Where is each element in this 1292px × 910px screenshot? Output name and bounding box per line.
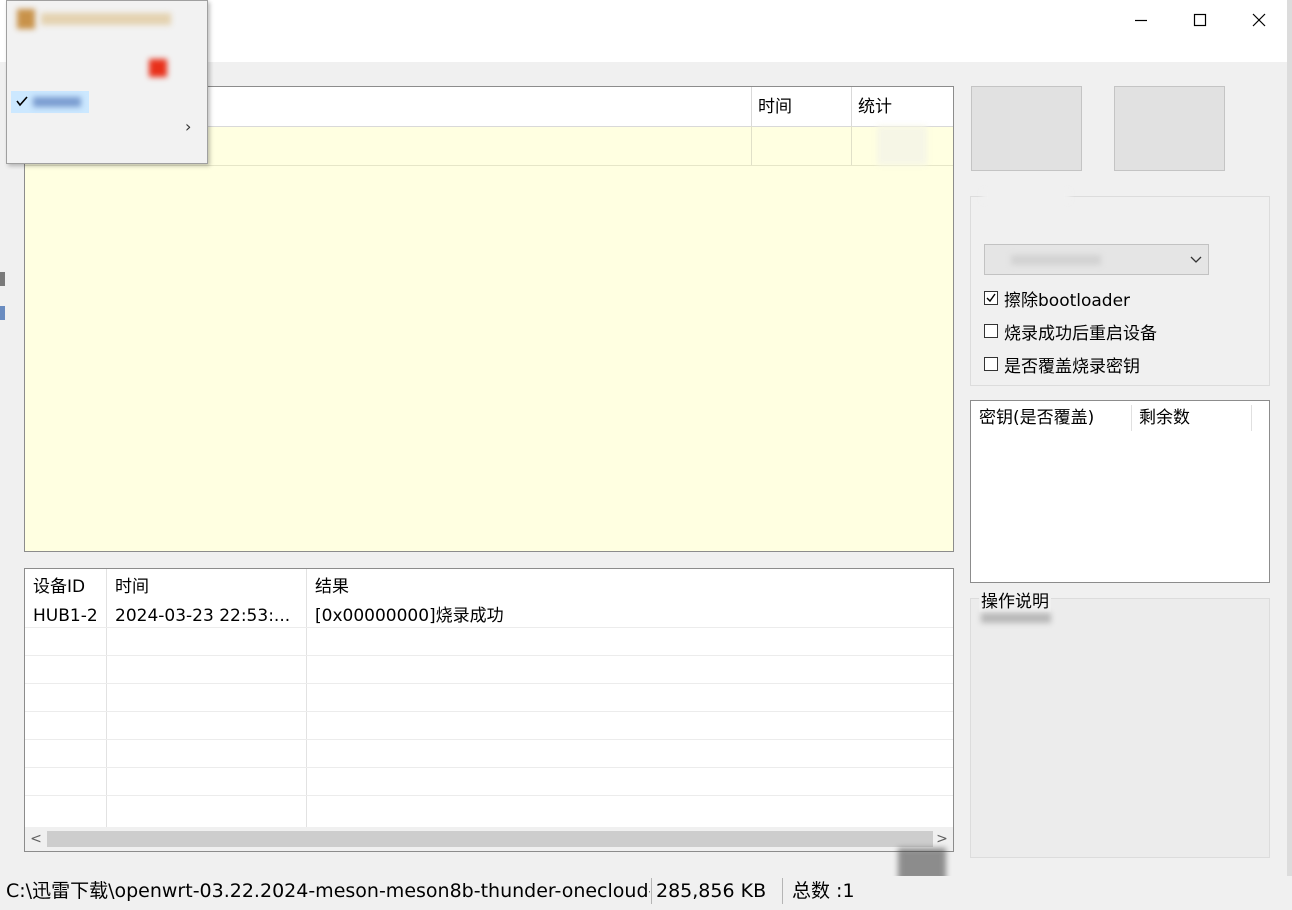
chevron-down-icon xyxy=(1190,256,1202,263)
check-icon xyxy=(16,96,28,107)
background-window-edge xyxy=(0,268,6,328)
minimize-button[interactable] xyxy=(1112,0,1170,40)
menu-item-checked[interactable] xyxy=(11,91,89,113)
horizontal-scrollbar[interactable]: < > xyxy=(25,827,953,851)
column-header-time[interactable]: 时间 xyxy=(107,571,307,603)
reboot-after-checkbox[interactable]: 烧录成功后重启设备 xyxy=(984,319,1157,344)
column-header-remaining[interactable]: 剩余数 xyxy=(1131,401,1251,435)
checkbox-checked-icon xyxy=(984,291,998,305)
minimize-icon xyxy=(1135,19,1147,22)
overwrite-key-checkbox[interactable]: 是否覆盖烧录密钥 xyxy=(984,352,1140,377)
column-header-time[interactable]: 时间 xyxy=(751,87,851,126)
chevron-right-icon: › xyxy=(185,117,192,136)
action-button-1[interactable] xyxy=(971,86,1082,171)
column-header-key[interactable]: 密钥(是否覆盖) xyxy=(971,401,1131,435)
reboot-after-label: 烧录成功后重启设备 xyxy=(1004,323,1157,344)
context-menu[interactable]: › xyxy=(6,0,208,164)
status-file-path: C:\迅雷下载\openwrt-03.22.2024-meson-meson8b… xyxy=(6,880,650,902)
stats-cell xyxy=(877,126,927,165)
instructions-title: 操作说明 xyxy=(979,587,1051,612)
close-button[interactable] xyxy=(1230,0,1288,40)
menu-item-blurred[interactable] xyxy=(41,13,171,25)
column-header-result[interactable]: 结果 xyxy=(307,571,607,603)
column-header-device-id[interactable]: 设备ID xyxy=(25,571,107,603)
instructions-panel: 操作说明 xyxy=(970,587,1270,858)
scroll-left-icon[interactable]: < xyxy=(25,827,47,851)
erase-bootloader-checkbox[interactable]: 擦除bootloader xyxy=(984,286,1131,311)
mode-select[interactable] xyxy=(984,244,1209,275)
log-table[interactable]: 设备ID 时间 结果 HUB1-2 2024-03-23 22:53:... [… xyxy=(24,568,954,852)
erase-bootloader-label: 擦除bootloader xyxy=(1004,290,1131,311)
status-bar: C:\迅雷下载\openwrt-03.22.2024-meson-meson8b… xyxy=(0,876,1292,910)
window-frame-right xyxy=(1287,0,1292,910)
app-icon xyxy=(17,9,35,29)
status-total-count: 总数 :1 xyxy=(792,880,855,902)
maximize-button[interactable] xyxy=(1171,0,1229,40)
action-button-2[interactable] xyxy=(1114,86,1225,171)
column-header-stats[interactable]: 统计 xyxy=(851,87,953,126)
overwrite-key-label: 是否覆盖烧录密钥 xyxy=(1004,356,1140,377)
maximize-icon xyxy=(1193,13,1207,27)
status-file-size: 285,856 KB xyxy=(656,880,767,902)
checkbox-unchecked-icon xyxy=(984,324,998,338)
scrollbar-thumb[interactable] xyxy=(47,831,933,847)
checkbox-unchecked-icon xyxy=(984,357,998,371)
key-list[interactable]: 密钥(是否覆盖) 剩余数 xyxy=(970,400,1270,583)
red-arrow-icon xyxy=(149,59,167,77)
log-table-header: 设备ID 时间 结果 xyxy=(25,569,953,601)
close-icon xyxy=(1252,13,1266,27)
